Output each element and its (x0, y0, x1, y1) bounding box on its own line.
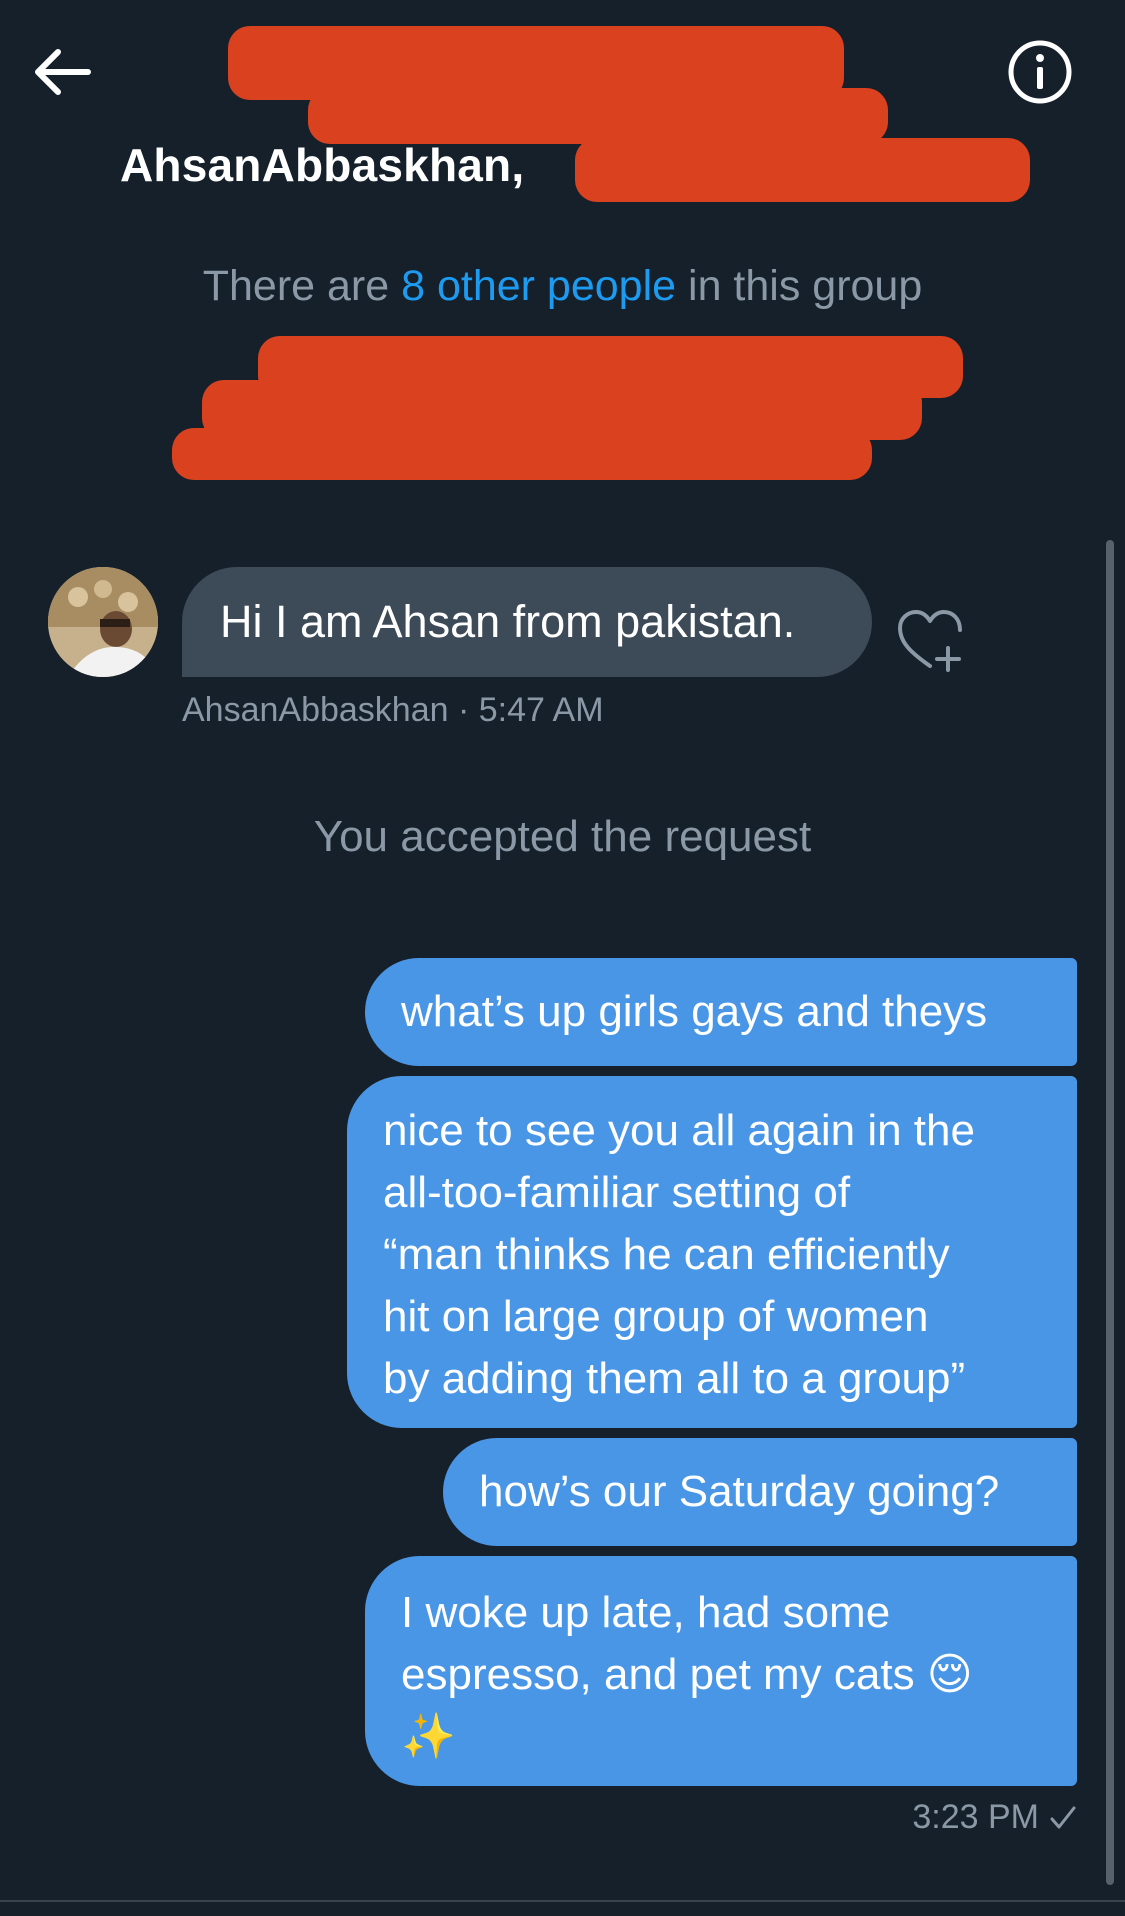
group-info-suffix: in this group (676, 262, 923, 310)
outgoing-message-bubble[interactable]: nice to see you all again in the all-too… (347, 1076, 1077, 1428)
message-line: I woke up late, had some (401, 1588, 891, 1637)
message-line: what’s up girls gays and theys (401, 987, 988, 1036)
group-info-prefix: There are (202, 262, 402, 310)
outgoing-message-bubble[interactable]: what’s up girls gays and theys (365, 958, 1077, 1066)
message-line: “man thinks he can efficiently (383, 1230, 950, 1279)
heart-plus-icon (898, 610, 962, 672)
message-line: espresso, and pet my cats 😌 (401, 1650, 973, 1699)
composer-divider (0, 1900, 1125, 1902)
request-accepted-notice: You accepted the request (313, 812, 812, 861)
message-line: all-too-familiar setting of (383, 1168, 851, 1217)
redaction-mark (172, 428, 872, 480)
incoming-message-meta: AhsanAbbaskhan · 5:47 AM (182, 691, 604, 730)
sender-name: AhsanAbbaskhan (182, 691, 449, 729)
incoming-message-text: Hi I am Ahsan from pakistan. (220, 596, 796, 647)
scrollbar[interactable] (1106, 540, 1114, 1885)
react-button[interactable] (896, 608, 968, 674)
conversation-info-button[interactable] (1006, 38, 1074, 106)
redaction-mark (308, 88, 888, 144)
incoming-message-bubble[interactable]: Hi I am Ahsan from pakistan. (182, 567, 872, 677)
sender-avatar[interactable] (48, 567, 158, 677)
message-line: hit on large group of women (383, 1292, 929, 1341)
arrow-left-icon (35, 49, 91, 95)
meta-separator: · (448, 691, 479, 729)
message-line: how’s our Saturday going? (479, 1467, 1000, 1516)
group-members-info: There are 8 other people in this group (0, 262, 1125, 311)
incoming-message-time: 5:47 AM (478, 691, 604, 729)
avatar-photo (48, 567, 158, 677)
group-title[interactable]: AhsanAbbaskhan, (120, 138, 524, 192)
outgoing-message-bubble[interactable]: how’s our Saturday going? (443, 1438, 1077, 1546)
info-circle-icon (1008, 40, 1072, 104)
message-line: ✨ (401, 1712, 456, 1761)
outgoing-message-time: 3:23 PM (912, 1798, 1039, 1836)
back-button[interactable] (28, 44, 94, 100)
checkmark-icon (1050, 1806, 1076, 1828)
message-line: by adding them all to a group” (383, 1354, 966, 1403)
outgoing-message-meta: 3:23 PM (912, 1798, 1077, 1837)
redaction-mark (575, 138, 1030, 202)
group-members-link[interactable]: 8 other people (401, 262, 676, 310)
outgoing-message-bubble[interactable]: I woke up late, had some espresso, and p… (365, 1556, 1077, 1786)
message-line: nice to see you all again in the (383, 1106, 975, 1155)
